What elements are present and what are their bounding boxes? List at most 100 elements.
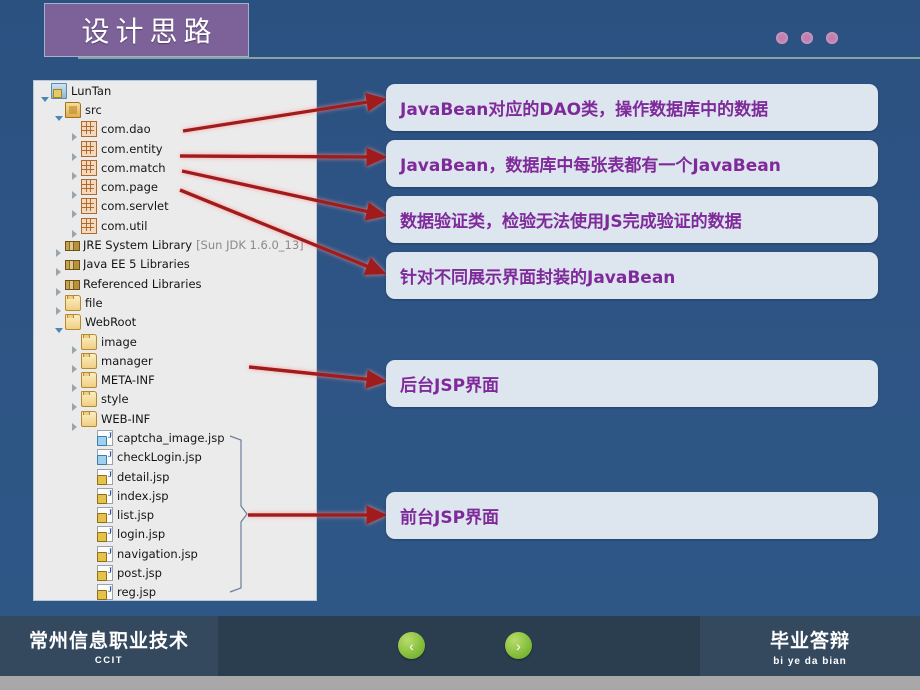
tree-item-label: navigation.jsp (117, 546, 198, 561)
tree-item-label: WebRoot (85, 315, 137, 330)
tree-item-login-jsp[interactable]: login.jsp (34, 525, 316, 544)
tree-item-style[interactable]: style (34, 390, 316, 412)
package-icon (81, 159, 97, 176)
slide-content-area: 设计思路 LunTan src com.dao com.entity com.match… (0, 0, 920, 616)
jsp-file-icon (97, 487, 113, 504)
source-folder-icon (65, 101, 81, 118)
school-branding: 常州信息职业技术 CCIT (0, 616, 218, 676)
chevron-right-icon: › (516, 637, 521, 654)
folder-icon (65, 294, 81, 311)
callout-page[interactable]: 针对不同展示界面封装的JavaBean (386, 252, 878, 299)
tree-item-post-jsp[interactable]: post.jsp (34, 563, 316, 582)
jsp-file-icon (97, 526, 113, 543)
jsp-file-icon (97, 449, 113, 466)
callout-manager[interactable]: 后台JSP界面 (386, 360, 878, 407)
jsp-file-icon (97, 584, 113, 600)
tree-item-meta-inf[interactable]: META-INF (34, 370, 316, 393)
folder-icon (81, 333, 97, 350)
callout-dao-text: JavaBean对应的DAO类，操作数据库中的数据 (400, 100, 769, 120)
tree-item-index-jsp[interactable]: index.jsp (34, 486, 316, 505)
callout-frontend-text: 前台JSP界面 (400, 508, 500, 528)
jsp-file-icon (97, 507, 113, 524)
tree-item-label: post.jsp (117, 566, 162, 581)
tree-item-label: src (85, 102, 102, 117)
callout-manager-text: 后台JSP界面 (400, 376, 500, 396)
tree-item-detail-jsp[interactable]: detail.jsp (34, 467, 316, 486)
dot-icon-1 (776, 32, 788, 44)
package-icon (81, 217, 97, 234)
package-icon (81, 179, 97, 196)
package-icon (81, 140, 97, 157)
presentation-slide: 设计思路 LunTan src com.dao com.entity com.match… (0, 0, 920, 690)
tree-item-jre-system-library[interactable]: JRE System Library [Sun JDK 1.6.0_13] (34, 235, 316, 258)
tree-item-label: com.util (101, 218, 148, 233)
tree-item-src[interactable]: src (34, 100, 316, 121)
tree-item-label: image (101, 334, 137, 349)
tree-item-label: LunTan (71, 83, 112, 98)
tree-item-luntan[interactable]: LunTan (34, 81, 316, 102)
callout-entity-text: JavaBean，数据库中每张表都有一个JavaBean (400, 156, 781, 176)
tree-item-label: WEB-INF (101, 411, 151, 426)
package-icon (81, 198, 97, 215)
tree-item-label: reg.jsp (117, 585, 156, 600)
tree-item-file[interactable]: file (34, 293, 316, 315)
tree-item-label: com.dao (101, 122, 151, 137)
topic-title-cn: 毕业答辩 (769, 629, 850, 652)
tree-item-image[interactable]: image (34, 332, 316, 354)
tree-item-com-util[interactable]: com.util (34, 216, 316, 238)
callout-frontend[interactable]: 前台JSP界面 (386, 492, 878, 539)
callout-match-text: 数据验证类，检验无法使用JS完成验证的数据 (400, 212, 742, 232)
chevron-left-icon: ‹ (409, 637, 414, 654)
tree-item-label: list.jsp (117, 508, 155, 523)
tree-item-navigation-jsp[interactable]: navigation.jsp (34, 544, 316, 563)
tree-item-com-match[interactable]: com.match (34, 158, 316, 180)
tree-item-referenced-libraries[interactable]: Referenced Libraries (34, 274, 316, 296)
decorative-dots (776, 32, 838, 44)
tree-item-label: index.jsp (117, 488, 169, 503)
library-icon (65, 238, 80, 252)
library-icon (65, 257, 80, 271)
slide-title-banner: 设计思路 (44, 3, 249, 57)
slide-footer: 常州信息职业技术 CCIT ‹ › 毕业答辩 bi ye da bian (0, 616, 920, 676)
school-name-cn: 常州信息职业技术 (28, 630, 189, 652)
folder-icon (81, 372, 97, 389)
next-slide-button[interactable]: › (505, 632, 532, 659)
callout-page-text: 针对不同展示界面封装的JavaBean (400, 268, 676, 288)
previous-slide-button[interactable]: ‹ (398, 632, 425, 659)
jsp-file-icon (97, 545, 113, 562)
project-explorer-panel[interactable]: LunTan src com.dao com.entity com.match com.p… (33, 80, 317, 601)
callout-entity[interactable]: JavaBean，数据库中每张表都有一个JavaBean (386, 140, 878, 187)
project-tree[interactable]: LunTan src com.dao com.entity com.match com.p… (34, 81, 316, 600)
tree-item-label: META-INF (101, 373, 155, 388)
tree-item-label: checkLogin.jsp (117, 450, 202, 465)
tree-item-suffix: [Sun JDK 1.6.0_13] (196, 238, 304, 253)
tree-item-com-page[interactable]: com.page (34, 177, 316, 200)
tree-item-reg-jsp[interactable]: reg.jsp (34, 583, 316, 600)
library-icon (65, 277, 80, 291)
callout-match[interactable]: 数据验证类，检验无法使用JS完成验证的数据 (386, 196, 878, 243)
tree-item-captcha-image-jsp[interactable]: captcha_image.jsp (34, 428, 316, 447)
tree-item-com-entity[interactable]: com.entity (34, 139, 316, 161)
tree-item-label: Java EE 5 Libraries (83, 257, 190, 272)
tree-item-list-jsp[interactable]: list.jsp (34, 506, 316, 525)
tree-item-com-dao[interactable]: com.dao (34, 120, 316, 142)
tree-item-web-inf[interactable]: WEB-INF (34, 409, 316, 431)
jsp-file-icon (97, 565, 113, 582)
tree-item-webroot[interactable]: WebRoot (34, 313, 316, 334)
school-name-en: CCIT (94, 655, 124, 666)
tree-item-label: manager (101, 353, 153, 368)
tree-item-label: com.page (101, 180, 158, 195)
callout-dao[interactable]: JavaBean对应的DAO类，操作数据库中的数据 (386, 84, 878, 131)
tree-item-label: com.entity (101, 141, 163, 156)
dot-icon-3 (826, 32, 838, 44)
jsp-file-icon (97, 429, 113, 446)
tree-item-checklogin-jsp[interactable]: checkLogin.jsp (34, 448, 316, 467)
tree-item-java-ee-5-libraries[interactable]: Java EE 5 Libraries (34, 255, 316, 277)
folder-icon (81, 391, 97, 408)
tree-item-label: login.jsp (117, 527, 166, 542)
tree-item-label: com.match (101, 160, 166, 175)
tree-item-com-servlet[interactable]: com.servlet (34, 197, 316, 219)
footer-navigation: ‹ › (218, 616, 700, 676)
tree-item-label: style (101, 392, 129, 407)
tree-item-manager[interactable]: manager (34, 351, 316, 373)
